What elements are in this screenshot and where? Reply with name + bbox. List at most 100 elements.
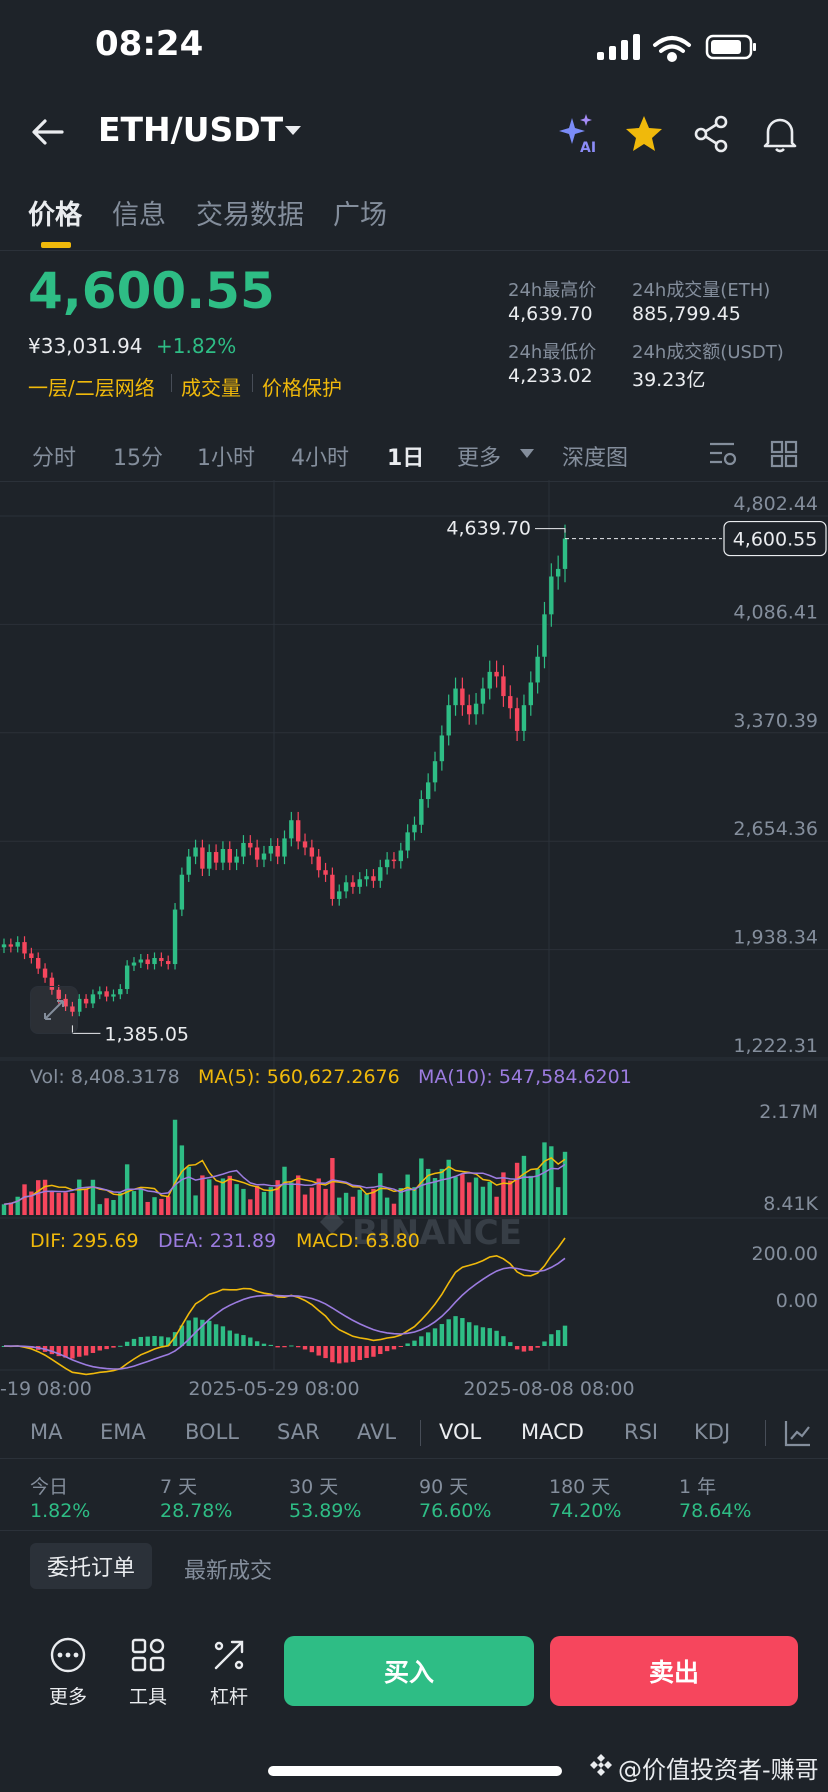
status-time: 08:24 [95, 24, 204, 64]
macd-hist-bar [501, 1336, 506, 1346]
indicator-ma[interactable]: MA [30, 1420, 62, 1444]
leverage-button[interactable]: 杠杆 [199, 1636, 259, 1709]
candle-body [124, 965, 130, 990]
indicator-avl[interactable]: AVL [357, 1420, 396, 1444]
y-tick-label: 4,086.41 [733, 601, 818, 623]
macd-hist-bar [460, 1318, 465, 1346]
macd-hist-bar [254, 1341, 260, 1346]
candle-body [378, 867, 383, 881]
candle-body [562, 538, 568, 569]
chevron-down-icon[interactable] [519, 448, 535, 460]
volume-bar [555, 1187, 561, 1215]
expand-chart-button[interactable] [30, 986, 78, 1034]
price-chart[interactable]: BINANCE 4,802.444,086.413,370.392,654.36… [0, 480, 828, 1400]
candle-body [213, 852, 219, 863]
perf-label-1y: 1 年 [679, 1476, 717, 1498]
last-price: 4,600.55 [28, 262, 275, 320]
perf-label-7d: 7 天 [160, 1476, 198, 1498]
divider [252, 374, 253, 392]
tab-info[interactable]: 信息 [112, 193, 166, 232]
volume-bar [159, 1198, 164, 1215]
divider [420, 1420, 421, 1446]
candle-body [36, 958, 41, 969]
candle-body [118, 989, 123, 995]
interval-line[interactable]: 分时 [32, 440, 76, 472]
volume-bar [432, 1178, 438, 1215]
candle-body [487, 671, 492, 689]
y-tick-label: 1,222.31 [733, 1035, 818, 1057]
layout-grid-icon[interactable] [770, 440, 798, 468]
interval-1h[interactable]: 1小时 [197, 440, 255, 472]
volume-link[interactable]: 成交量 [181, 372, 241, 401]
indicator-kdj[interactable]: KDJ [694, 1420, 730, 1444]
bell-icon[interactable] [758, 112, 802, 156]
tab-trading-data[interactable]: 交易数据 [196, 193, 304, 232]
candle-body [207, 852, 212, 869]
volume-bar [501, 1172, 506, 1215]
macd-hist-bar [90, 1346, 96, 1353]
chevron-down-icon[interactable] [283, 124, 303, 138]
macd-hist-bar [282, 1346, 287, 1348]
buy-button[interactable]: 买入 [284, 1636, 534, 1706]
indicator-vol[interactable]: VOL [439, 1420, 481, 1444]
candle-body [1, 944, 7, 948]
macd-hist-bar [234, 1333, 239, 1346]
y-tick-label: 1,938.34 [733, 927, 818, 949]
star-favorite-icon[interactable] [622, 112, 666, 156]
volume-bar [439, 1168, 445, 1215]
indicator-macd[interactable]: MACD [521, 1420, 584, 1444]
tab-latest-trades[interactable]: 最新成交 [184, 1553, 272, 1585]
indicator-boll[interactable]: BOLL [185, 1420, 239, 1444]
interval-more[interactable]: 更多 [457, 440, 501, 472]
macd-hist-bar [83, 1346, 89, 1356]
candle-body [172, 909, 178, 965]
macd-hist-bar [241, 1335, 246, 1346]
wifi-icon [653, 36, 691, 62]
chart-settings-icon[interactable] [708, 440, 738, 468]
volume-bar [343, 1192, 349, 1215]
macd-hist-bar [398, 1346, 404, 1347]
more-button[interactable]: 更多 [38, 1636, 98, 1709]
high-value: 4,639.70 [508, 303, 593, 325]
tab-square[interactable]: 广场 [333, 193, 387, 232]
candle-body [165, 961, 171, 965]
divider [0, 1458, 828, 1459]
candle-body [29, 953, 34, 959]
price-protection-link[interactable]: 价格保护 [262, 372, 342, 401]
network-link[interactable]: 一层/二层网络 [28, 372, 155, 401]
macd-hist-bar [309, 1346, 315, 1353]
y-tick-label: 4,802.44 [733, 493, 818, 515]
macd-hist-bar [487, 1328, 492, 1346]
pair-selector[interactable]: ETH/USDT [98, 110, 283, 149]
price-change: +1.82% [156, 334, 237, 358]
indicator-ema[interactable]: EMA [100, 1420, 146, 1444]
tab-price[interactable]: 价格 [28, 193, 82, 232]
macd-hist-bar [562, 1325, 568, 1346]
macd-hist-bar [343, 1346, 349, 1363]
interval-4h[interactable]: 4小时 [291, 440, 349, 472]
interval-depth[interactable]: 深度图 [562, 440, 628, 472]
back-arrow-icon[interactable] [28, 112, 68, 152]
tools-label: 工具 [128, 1686, 167, 1708]
macd-hist-bar [70, 1346, 75, 1359]
macd-hist-bar [473, 1325, 479, 1346]
indicator-rsi[interactable]: RSI [624, 1420, 658, 1444]
volume-bar [227, 1175, 232, 1215]
tab-open-orders[interactable]: 委托订单 [30, 1543, 152, 1589]
candle-body [425, 782, 431, 800]
candle-body [186, 856, 191, 875]
low-value: 4,233.02 [508, 365, 593, 387]
more-label: 更多 [48, 1686, 87, 1708]
share-icon[interactable] [690, 112, 734, 156]
interval-15m[interactable]: 15分 [113, 440, 163, 472]
volume-bar [412, 1187, 417, 1215]
tools-button[interactable]: 工具 [118, 1636, 178, 1709]
macd-hist-bar [275, 1346, 280, 1348]
ai-sparkle-icon[interactable]: AI [556, 112, 600, 156]
candle-body [432, 761, 438, 783]
sell-button[interactable]: 卖出 [550, 1636, 798, 1706]
volume-bar [467, 1182, 472, 1215]
interval-1d[interactable]: 1日 [387, 440, 424, 472]
indicator-chart-icon[interactable] [783, 1418, 813, 1448]
indicator-sar[interactable]: SAR [277, 1420, 320, 1444]
